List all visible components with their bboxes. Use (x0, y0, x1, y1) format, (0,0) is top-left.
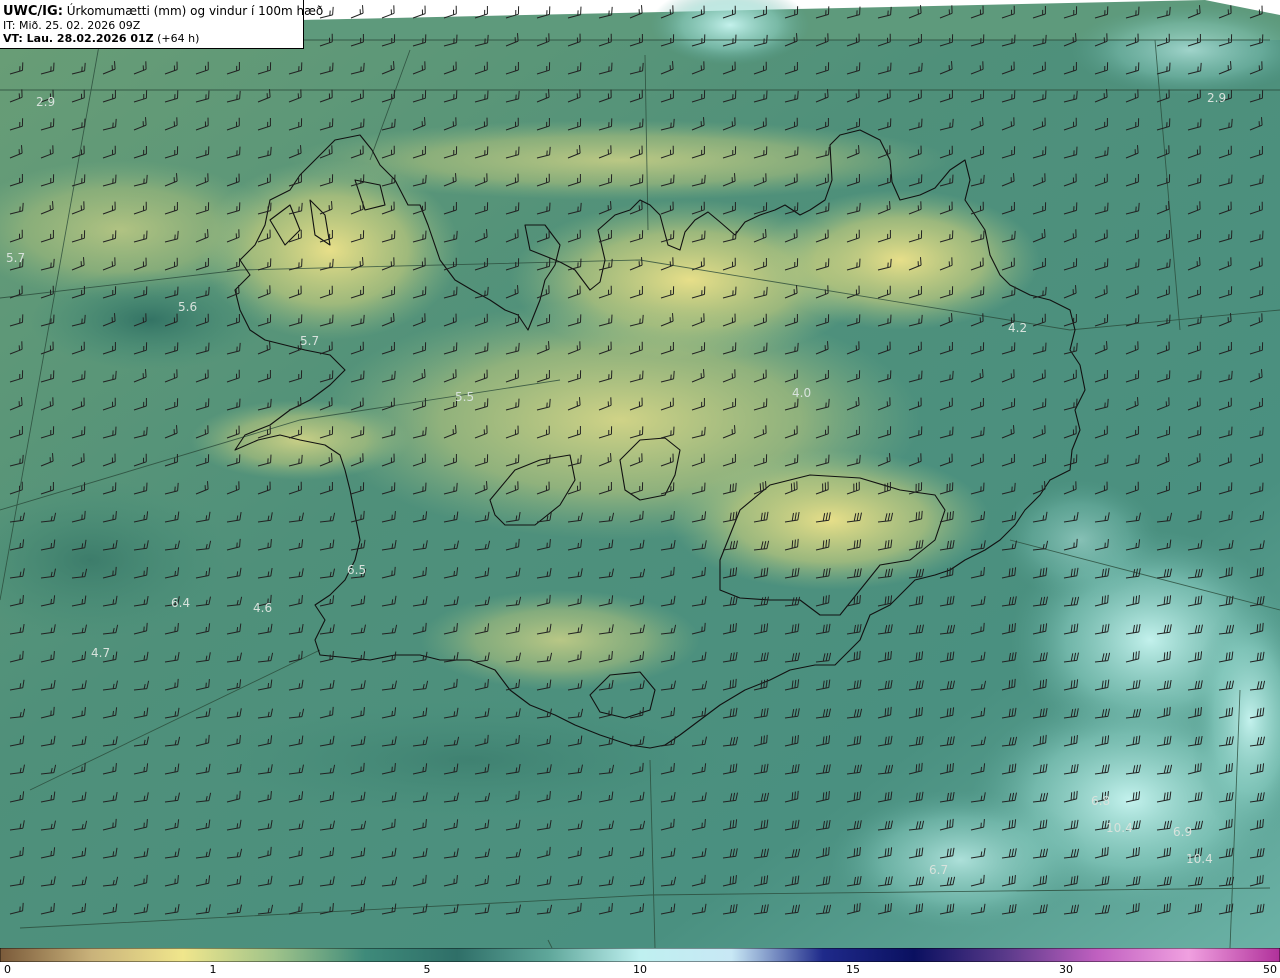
colorbar-scale (0, 948, 1280, 962)
product-description: Úrkomumætti (mm) og vindur í 100m hæð (66, 4, 324, 18)
value-label: 4.7 (91, 646, 110, 660)
value-label: 4.6 (253, 601, 272, 615)
lead-time: (+64 h) (157, 32, 200, 45)
valid-time-value: VT: Lau. 28.02.2026 01Z (3, 32, 154, 45)
value-label: 5.5 (455, 390, 474, 404)
map-title: UWC/IG: Úrkomumætti (mm) og vindur í 100… (3, 4, 323, 19)
value-label: 10.4 (1106, 821, 1133, 835)
value-label: 6.9 (1173, 825, 1192, 839)
value-label: 6.7 (929, 863, 948, 877)
colorbar-tick-label: 30 (1059, 963, 1073, 976)
value-label: 2.9 (1207, 91, 1226, 105)
product-code: UWC/IG: (3, 4, 63, 19)
colorbar-tick-label: 0 (4, 963, 11, 976)
value-label: 6.5 (347, 563, 366, 577)
valid-time: VT: Lau. 28.02.2026 01Z (+64 h) (3, 32, 303, 45)
value-label: 6.4 (171, 596, 190, 610)
value-label: 5.7 (300, 334, 319, 348)
colorbar-tick-label: 5 (423, 963, 431, 976)
value-label: 5.6 (178, 300, 197, 314)
colorbar-tick-label: 50 (1263, 963, 1277, 976)
colorbar-tick-label: 1 (209, 963, 217, 976)
colorbar-tick-label: 10 (633, 963, 647, 976)
value-label: 6.8 (1091, 794, 1110, 808)
colorbar: 0 1 5 10 15 30 50 (0, 948, 1280, 978)
value-label: 4.2 (1008, 321, 1027, 335)
value-label: 5.7 (6, 251, 25, 265)
weather-map: 2.9 2.9 5.7 5.6 5.7 5.5 4.0 4.2 6.5 6.4 … (0, 0, 1280, 948)
value-label: 2.9 (36, 95, 55, 109)
colorbar-gradient (0, 948, 1280, 962)
init-time: IT: Mið. 25. 02. 2026 09Z (3, 19, 141, 32)
map-title-box: UWC/IG: Úrkomumætti (mm) og vindur í 100… (0, 0, 323, 49)
value-label: 10.4 (1186, 852, 1213, 866)
colorbar-tick-label: 15 (846, 963, 860, 976)
value-label: 4.0 (792, 386, 811, 400)
